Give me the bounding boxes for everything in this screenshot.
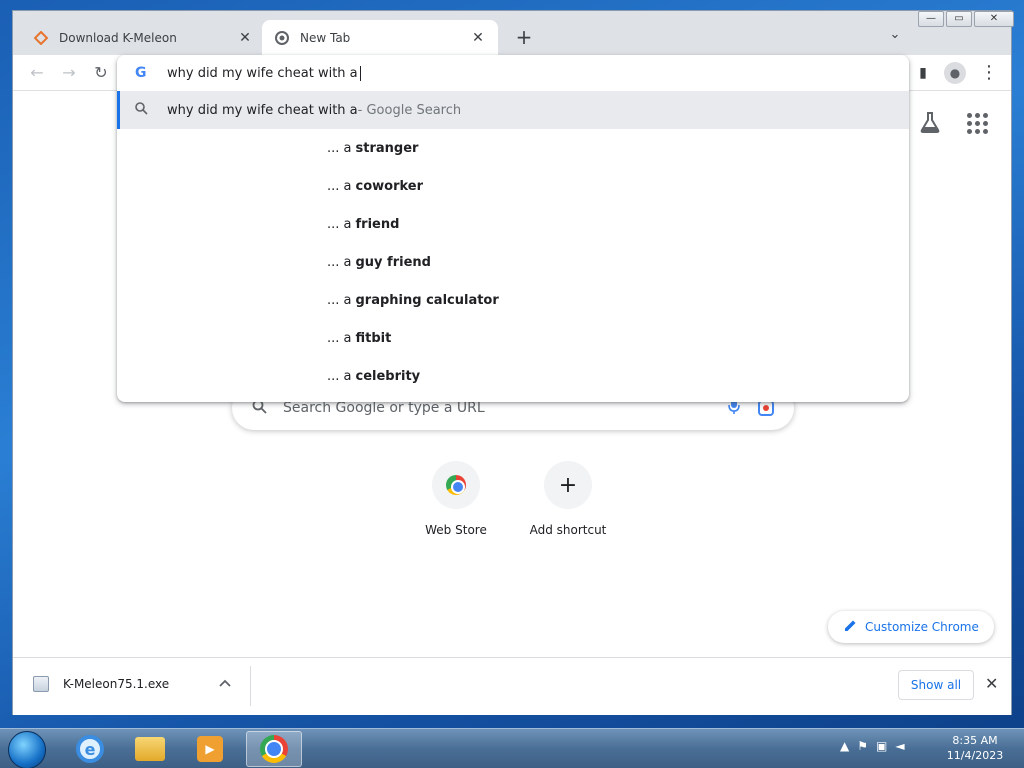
google-lens-icon[interactable]: [758, 400, 774, 416]
shortcut-label: Add shortcut: [529, 523, 607, 537]
back-icon[interactable]: ←: [25, 61, 49, 85]
kmeleon-icon: [33, 30, 49, 46]
reload-icon[interactable]: ↻: [89, 61, 113, 85]
shortcut-add[interactable]: + Add shortcut: [512, 461, 624, 537]
divider: [250, 666, 251, 706]
suggestion-prefix: ... a: [327, 254, 352, 270]
suggestion-item[interactable]: ... a fitbit: [117, 319, 909, 357]
shortcut-web-store[interactable]: Web Store: [400, 461, 512, 537]
suggestion-completion: graphing calculator: [355, 292, 499, 308]
volume-muted-icon[interactable]: ◄: [895, 739, 904, 753]
close-window-icon[interactable]: ✕: [974, 11, 1014, 27]
suggestion-completion: celebrity: [355, 368, 421, 384]
suggestion-prefix: ... a: [327, 178, 352, 194]
tab-close-icon[interactable]: ✕: [470, 30, 486, 46]
suggestion-item[interactable]: ... a celebrity: [117, 357, 909, 395]
suggestion-suffix: - Google Search: [357, 102, 462, 118]
forward-icon[interactable]: →: [57, 61, 81, 85]
tab-strip: Download K-Meleon ✕ New Tab ✕ + ⌄ — ▭ ✕: [13, 11, 1014, 55]
action-center-icon[interactable]: ⚑: [857, 739, 868, 753]
window-controls: — ▭ ✕: [916, 11, 1014, 29]
customize-chrome-button[interactable]: Customize Chrome: [828, 611, 994, 643]
clock-time: 8:35 AM: [952, 734, 998, 747]
restore-icon[interactable]: ▭: [946, 11, 972, 27]
google-icon: G: [135, 65, 147, 81]
webstore-icon: [432, 461, 480, 509]
suggestion-completion: stranger: [355, 140, 419, 156]
shortcut-label: Web Store: [425, 523, 487, 537]
plus-icon: +: [544, 461, 592, 509]
avatar-icon: ●: [944, 62, 966, 84]
tray-expand-icon[interactable]: ▲: [840, 739, 849, 753]
download-shelf: K-Meleon75.1.exe Show all ✕: [13, 657, 1011, 715]
tab-title: New Tab: [300, 30, 351, 45]
search-icon: [135, 101, 151, 119]
start-button[interactable]: [8, 731, 46, 768]
tab-new-tab[interactable]: New Tab ✕: [262, 20, 498, 55]
browser-window: Download K-Meleon ✕ New Tab ✕ + ⌄ — ▭ ✕ …: [12, 10, 1014, 715]
clock-date: 11/4/2023: [946, 749, 1004, 762]
internet-explorer-icon[interactable]: e: [62, 731, 118, 767]
suggestion-completion: coworker: [355, 178, 424, 194]
suggestion-item[interactable]: ... a stranger: [117, 129, 909, 167]
suggestion-item[interactable]: ... a graphing calculator: [117, 281, 909, 319]
customize-label: Customize Chrome: [865, 620, 979, 634]
suggestion-prefix: ... a: [327, 140, 352, 156]
exe-file-icon: [33, 676, 49, 692]
text-caret: [359, 65, 361, 81]
google-apps-icon[interactable]: [965, 111, 989, 135]
download-item[interactable]: K-Meleon75.1.exe: [33, 676, 169, 692]
media-player-icon[interactable]: ▶: [182, 731, 238, 767]
chrome-taskbar-icon[interactable]: [246, 731, 302, 767]
download-filename: K-Meleon75.1.exe: [63, 677, 170, 691]
suggestion-prefix: ... a: [327, 368, 352, 384]
profile-button[interactable]: ●: [943, 61, 967, 85]
labs-flask-icon[interactable]: [918, 111, 942, 135]
omnibox-dropdown: G why did my wife cheat with a why did m…: [117, 55, 909, 402]
suggestion-completion: friend: [355, 216, 400, 232]
suggestion-prefix: ... a: [327, 330, 352, 346]
suggestion-prefix: ... a: [327, 216, 352, 232]
clock[interactable]: 8:35 AM 11/4/2023: [940, 733, 1010, 763]
suggestion-item[interactable]: ... a guy friend: [117, 243, 909, 281]
close-shelf-icon[interactable]: ✕: [985, 674, 998, 693]
tab-download-kmeleon[interactable]: Download K-Meleon ✕: [21, 20, 265, 55]
new-tab-button[interactable]: +: [512, 26, 536, 50]
omnibox-input[interactable]: G why did my wife cheat with a: [117, 55, 909, 91]
menu-icon[interactable]: ⋮: [977, 61, 1001, 85]
suggestion-google-search[interactable]: why did my wife cheat with a - Google Se…: [117, 91, 909, 129]
tab-search-icon[interactable]: ⌄: [885, 27, 905, 47]
pencil-icon: [844, 619, 857, 636]
suggestion-item[interactable]: ... a coworker: [117, 167, 909, 205]
taskbar: e ▶ ▲ ⚑ ▣ ◄ 8:35 AM 11/4/2023: [0, 728, 1024, 768]
tab-title: Download K-Meleon: [59, 30, 177, 45]
system-tray: ▲ ⚑ ▣ ◄: [840, 739, 905, 753]
suggestion-completion: fitbit: [355, 330, 392, 346]
tab-close-icon[interactable]: ✕: [237, 30, 253, 46]
network-icon[interactable]: ▣: [876, 739, 887, 753]
suggestion-prefix: ... a: [327, 292, 352, 308]
minimize-icon[interactable]: —: [918, 11, 944, 27]
chrome-icon: [274, 30, 290, 46]
file-explorer-icon[interactable]: [122, 731, 178, 767]
suggestion-completion: guy friend: [355, 254, 431, 270]
search-placeholder: Search Google or type a URL: [283, 400, 485, 416]
omnibox-text[interactable]: why did my wife cheat with a: [167, 66, 358, 81]
show-all-button[interactable]: Show all: [898, 670, 974, 700]
suggestion-query: why did my wife cheat with a: [167, 102, 358, 118]
chevron-up-icon[interactable]: [219, 676, 231, 690]
suggestion-item[interactable]: ... a friend: [117, 205, 909, 243]
side-panel-icon[interactable]: ▮: [911, 61, 935, 85]
